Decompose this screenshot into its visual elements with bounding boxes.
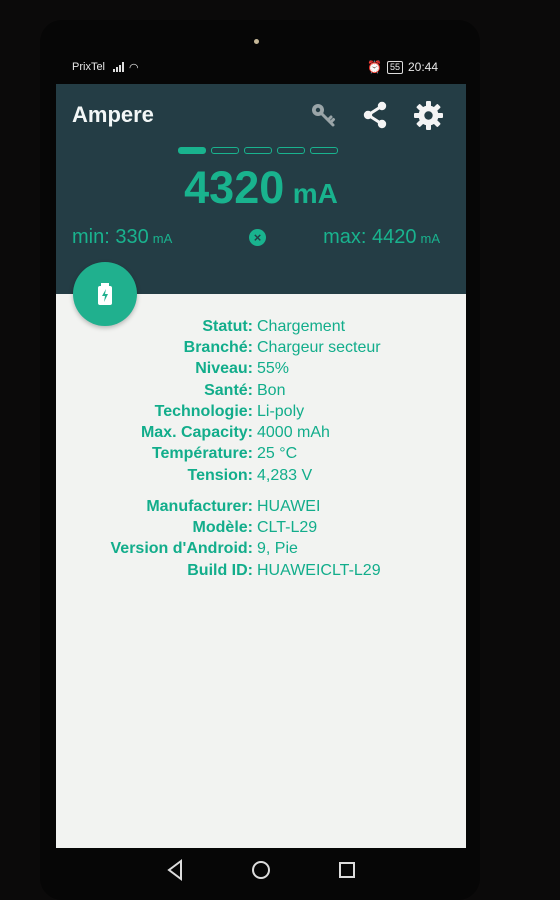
info-row: Branché: Chargeur secteur bbox=[56, 337, 466, 358]
info-value: 25 °C bbox=[257, 445, 298, 463]
info-value: Li-poly bbox=[257, 402, 305, 420]
back-icon bbox=[167, 859, 182, 881]
info-row: Manufacturer: HUAWEI bbox=[56, 496, 466, 517]
current-value: 4320 bbox=[184, 162, 285, 213]
reset-minmax-button[interactable]: × bbox=[249, 229, 266, 246]
info-label: Max. Capacity: bbox=[140, 424, 253, 442]
info-row: Statut: Chargement bbox=[56, 316, 466, 337]
min-unit: mA bbox=[152, 231, 173, 246]
info-row: Build ID: HUAWEICLT-L29 bbox=[56, 560, 466, 581]
info-value: HUAWEI bbox=[257, 497, 321, 515]
max-label: max: bbox=[323, 226, 367, 248]
app-header: Ampere 4320 mA min: 330 mA × max: 4420 m… bbox=[56, 84, 466, 294]
camera-icon bbox=[254, 39, 259, 44]
max-unit: mA bbox=[420, 231, 441, 246]
signal-icon bbox=[113, 62, 125, 72]
close-icon: × bbox=[253, 230, 262, 245]
info-label: Niveau: bbox=[195, 360, 253, 378]
info-row: Tension: 4,283 V bbox=[56, 465, 466, 486]
current-unit: mA bbox=[292, 178, 338, 209]
page-dot[interactable] bbox=[310, 147, 338, 154]
recents-icon bbox=[339, 862, 355, 878]
page-dot[interactable] bbox=[178, 147, 206, 154]
clock-time: 20:44 bbox=[407, 60, 438, 74]
info-label: Technologie: bbox=[154, 402, 253, 420]
min-value: 330 bbox=[115, 226, 149, 248]
info-row: Max. Capacity: 4000 mAh bbox=[56, 422, 466, 443]
info-label: Santé: bbox=[204, 381, 253, 399]
device-info-list: Manufacturer: HUAWEI Modèle: CLT-L29 Versi… bbox=[56, 496, 466, 581]
alarm-icon: ⏰ bbox=[367, 60, 382, 74]
current-reading: 4320 mA bbox=[56, 162, 466, 214]
info-label: Build ID: bbox=[187, 561, 253, 579]
carrier-name: PrixTel bbox=[72, 61, 106, 73]
max-value: 4420 bbox=[372, 226, 417, 248]
app-title: Ampere bbox=[72, 102, 154, 127]
page-dot[interactable] bbox=[211, 147, 239, 154]
info-label: Modèle: bbox=[192, 518, 253, 536]
info-value: Bon bbox=[257, 381, 286, 399]
min-stat: min: 330 mA bbox=[72, 226, 172, 249]
status-bar: PrixTel ◠ ⏰ 55 20:44 bbox=[56, 54, 454, 80]
recents-button[interactable] bbox=[333, 856, 361, 884]
back-button[interactable] bbox=[161, 856, 189, 884]
info-label: Température: bbox=[151, 445, 253, 463]
page-indicator bbox=[178, 147, 338, 154]
battery-charging-icon bbox=[98, 283, 112, 305]
system-nav-bar bbox=[56, 850, 466, 890]
info-value: 9, Pie bbox=[257, 540, 298, 558]
home-button[interactable] bbox=[247, 856, 275, 884]
info-row: Modèle: CLT-L29 bbox=[56, 517, 466, 538]
info-value: HUAWEICLT-L29 bbox=[257, 561, 381, 579]
info-row: Santé: Bon bbox=[56, 380, 466, 401]
key-icon[interactable] bbox=[306, 98, 340, 132]
info-label: Version d'Android: bbox=[110, 540, 253, 558]
info-row: Niveau: 55% bbox=[56, 359, 466, 380]
info-value: CLT-L29 bbox=[257, 518, 318, 536]
info-value: Chargeur secteur bbox=[257, 338, 381, 356]
info-row: Température: 25 °C bbox=[56, 444, 466, 465]
wifi-icon: ◠ bbox=[129, 61, 139, 74]
battery-level-badge: 55 bbox=[386, 60, 403, 74]
info-value: Chargement bbox=[257, 317, 346, 335]
info-value: 4,283 V bbox=[257, 466, 313, 484]
share-icon[interactable] bbox=[358, 98, 392, 132]
min-label: min: bbox=[72, 226, 110, 248]
info-row: Version d'Android: 9, Pie bbox=[56, 539, 466, 560]
info-value: 55% bbox=[257, 360, 290, 378]
info-label: Branché: bbox=[183, 338, 253, 356]
info-row: Technologie: Li-poly bbox=[56, 401, 466, 422]
battery-info-list: Statut: Chargement Branché: Chargeur secte… bbox=[56, 316, 466, 486]
info-value: 4000 mAh bbox=[257, 424, 330, 442]
info-label: Statut: bbox=[202, 317, 253, 335]
info-label: Tension: bbox=[187, 466, 253, 484]
home-icon bbox=[252, 861, 270, 879]
app-screen: Ampere 4320 mA min: 330 mA × max: 4420 m… bbox=[56, 84, 466, 848]
page-dot[interactable] bbox=[277, 147, 305, 154]
page-dot[interactable] bbox=[244, 147, 272, 154]
max-stat: max: 4420 mA bbox=[323, 226, 440, 249]
gear-icon[interactable] bbox=[411, 98, 445, 132]
info-label: Manufacturer: bbox=[146, 497, 253, 515]
